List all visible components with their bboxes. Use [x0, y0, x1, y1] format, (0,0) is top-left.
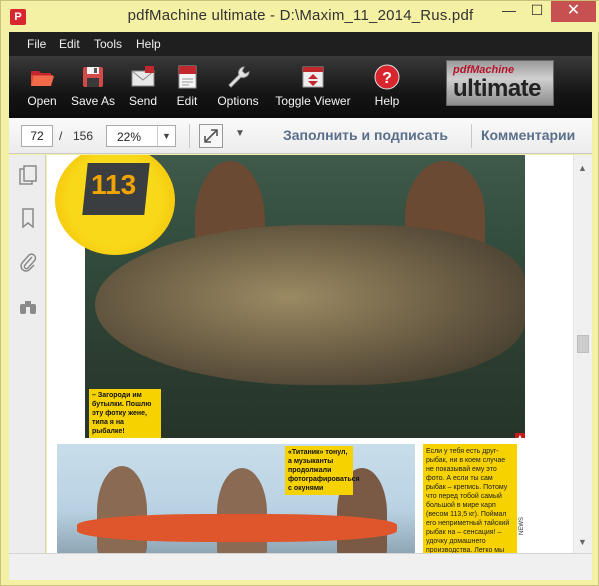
save-as-label: Save As [71, 94, 116, 108]
open-label: Open [27, 94, 57, 108]
scroll-up-icon[interactable]: ▲ [578, 163, 587, 173]
floppy-disk-icon [83, 67, 103, 87]
brand-main-text: ultimate [453, 75, 542, 102]
folder-open-icon [31, 71, 54, 86]
edit-label: Edit [176, 94, 198, 108]
anglers-photo [57, 444, 415, 553]
toggle-viewer-icon [302, 66, 324, 88]
help-button[interactable]: ? Help [369, 56, 405, 118]
bookmark-icon[interactable] [18, 207, 38, 229]
news-tag: NEWS [519, 517, 525, 535]
zoom-select[interactable]: 22% ▼ [106, 125, 176, 147]
photo-caption-2: «Титаник» тонул, а музыканты продолжали … [285, 446, 360, 495]
document-viewer[interactable]: 113 – Загороди им бутылки. Пошлю эту фот… [47, 155, 573, 553]
fit-page-button[interactable] [199, 124, 223, 148]
title-bar: P pdfMachine ultimate - D:\Maxim_11_2014… [1, 1, 599, 32]
app-window: P pdfMachine ultimate - D:\Maxim_11_2014… [0, 0, 599, 586]
pdfmachine-logo: pdfMachine ultimate [446, 60, 554, 106]
menu-bar: File Edit Tools Help [9, 32, 592, 56]
photo-caption: – Загороди им бутылки. Пошлю эту фотку ж… [89, 389, 161, 438]
comments-button[interactable]: Комментарии [481, 127, 575, 143]
help-icon: ? [374, 64, 400, 90]
menu-edit[interactable]: Edit [59, 37, 80, 51]
svg-text:?: ? [382, 70, 392, 87]
menu-help[interactable]: Help [136, 37, 161, 51]
pdf-edit-icon [178, 65, 197, 89]
pdf-page: 113 – Загороди им бутылки. Пошлю эту фот… [55, 155, 529, 553]
article-sidebar: Если у тебя есть друг-рыбак, ни в коем с… [423, 444, 517, 553]
navigation-panel [9, 155, 46, 553]
toolbar-divider [471, 124, 472, 148]
status-bar [9, 553, 592, 580]
red-fish-figure [77, 514, 397, 542]
page-total: 156 [73, 129, 94, 143]
more-tools-icon[interactable]: ▼ [235, 128, 245, 139]
send-button[interactable]: Send [125, 56, 161, 118]
zoom-value: 22% [117, 130, 142, 144]
close-button[interactable]: ✕ [551, 1, 596, 22]
options-button[interactable]: Options [214, 56, 262, 118]
options-label: Options [217, 94, 259, 108]
envelope-icon [131, 66, 155, 87]
pages-icon[interactable] [18, 165, 38, 187]
reader-nav-bar: 72 / 156 22% ▼ ▼ Заполнить и подписать К… [9, 118, 592, 154]
edit-button[interactable]: Edit [171, 56, 203, 118]
page-number-input[interactable]: 72 [21, 125, 53, 147]
toolbar-divider [189, 124, 190, 148]
chevron-down-icon[interactable]: ▼ [157, 126, 175, 146]
send-label: Send [128, 94, 158, 108]
open-button[interactable]: Open [23, 56, 61, 118]
binoculars-icon[interactable] [18, 295, 38, 317]
maximize-button[interactable]: ☐ [523, 1, 551, 22]
scroll-down-icon[interactable]: ▼ [578, 537, 587, 547]
menu-file[interactable]: File [27, 37, 46, 51]
wrench-icon [228, 66, 250, 88]
attachment-icon[interactable] [18, 251, 38, 273]
scroll-thumb[interactable] [577, 335, 589, 353]
page-separator: / [59, 129, 63, 143]
help-label: Help [374, 94, 400, 108]
badge-number: 113 [91, 169, 137, 200]
minimize-button[interactable]: — [495, 1, 523, 22]
toggle-viewer-label: Toggle Viewer [275, 94, 351, 108]
toggle-viewer-button[interactable]: Toggle Viewer [271, 56, 355, 118]
expand-icon [204, 129, 218, 143]
menu-tools[interactable]: Tools [94, 37, 122, 51]
save-as-button[interactable]: Save As [71, 56, 115, 118]
fill-and-sign-button[interactable]: Заполнить и подписать [283, 127, 448, 143]
carp-figure [95, 225, 525, 385]
vertical-scrollbar[interactable]: ▲ ▼ [573, 155, 592, 553]
